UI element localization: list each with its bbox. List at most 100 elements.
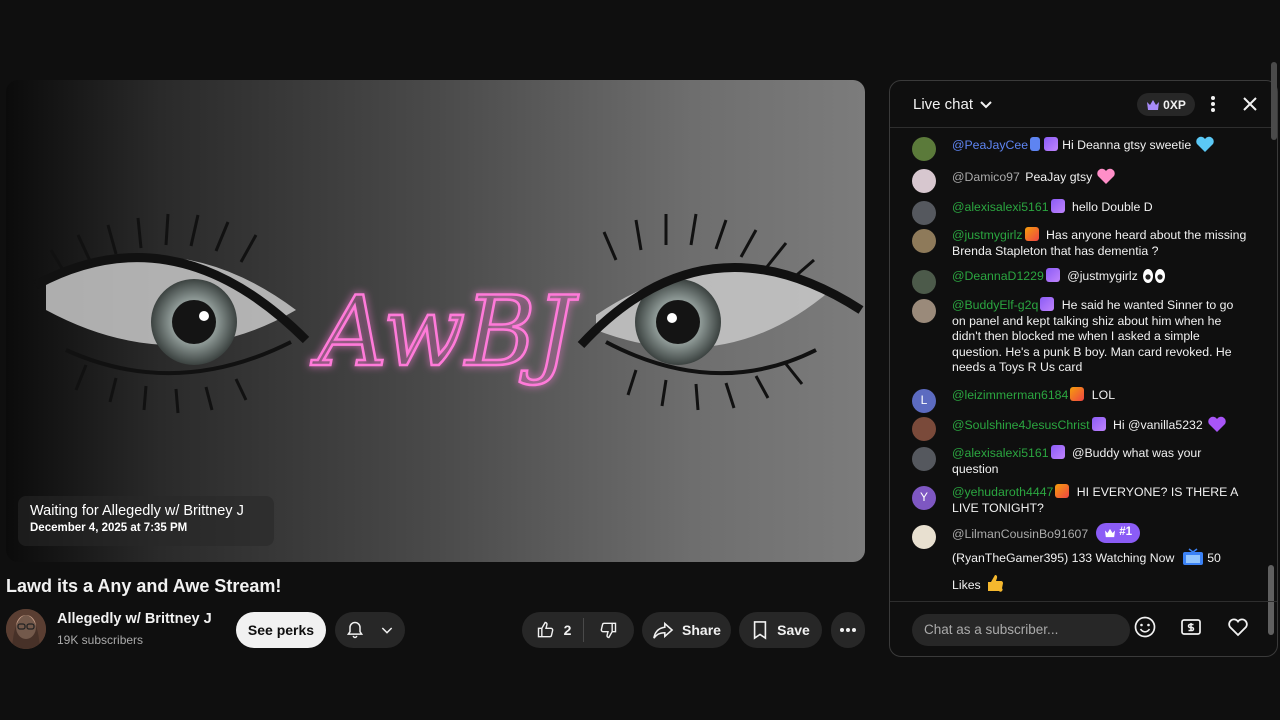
chat-message: L @leizimmerman6184 LOL — [912, 387, 1247, 413]
page-scrollbar[interactable] — [1271, 62, 1277, 140]
save-button[interactable]: Save — [739, 612, 822, 648]
neon-logo-text: AwBJ — [310, 276, 579, 388]
user-avatar[interactable] — [912, 137, 936, 161]
left-eye-graphic — [33, 213, 310, 414]
waiting-title: Waiting for Allegedly w/ Brittney J — [30, 503, 244, 519]
chat-header: Live chat 0XP — [890, 81, 1277, 128]
live-chat-panel: Live chat 0XP @PeaJayCee Hi Deanna gtsy s… — [889, 80, 1278, 657]
waiting-overlay: Waiting for Allegedly w/ Brittney J Dece… — [18, 496, 274, 546]
gift-badge-icon — [1024, 227, 1039, 241]
chat-message: @alexisalexi5161 @Buddy what was your qu… — [912, 445, 1247, 477]
notification-bell-button[interactable] — [335, 612, 405, 648]
message-author[interactable]: @Damico97 — [952, 170, 1020, 184]
user-avatar[interactable] — [912, 201, 936, 225]
member-badge-icon — [1040, 297, 1055, 311]
like-button[interactable]: 2 — [524, 620, 584, 640]
see-perks-button[interactable]: See perks — [236, 612, 326, 648]
chat-message: @PeaJayCee Hi Deanna gtsy sweetie — [912, 135, 1247, 161]
message-author[interactable]: @DeannaD1229 — [952, 269, 1044, 283]
share-label: Share — [682, 622, 721, 638]
user-avatar[interactable] — [912, 447, 936, 471]
message-author[interactable]: @PeaJayCee — [952, 138, 1028, 152]
close-icon[interactable] — [1242, 96, 1258, 112]
chat-input-area: Chat as a subscriber... — [890, 601, 1277, 656]
video-player[interactable]: AwBJ Waiting for Allegedly w/ Brittney J… — [6, 80, 865, 562]
leaderboard-rank-badge[interactable]: #1 — [1096, 523, 1141, 543]
message-author[interactable]: @alexisalexi5161 — [952, 200, 1049, 214]
user-avatar[interactable] — [912, 417, 936, 441]
chevron-down-icon — [381, 627, 393, 634]
share-button[interactable]: Share — [642, 612, 731, 648]
user-avatar[interactable]: L — [912, 389, 936, 413]
channel-name[interactable]: Allegedly w/ Brittney J — [57, 611, 212, 627]
heart-icon[interactable] — [1226, 615, 1250, 639]
message-author[interactable]: @Soulshine4JesusChrist — [952, 418, 1090, 432]
message-author[interactable]: @yehudaroth4447 — [952, 485, 1053, 499]
blue-heart-icon — [1196, 136, 1214, 152]
like-count: 2 — [563, 622, 572, 638]
member-badge-icon — [1045, 268, 1060, 282]
message-author[interactable]: @alexisalexi5161 — [952, 446, 1049, 460]
chat-message: @justmygirlz Has anyone heard about the … — [912, 227, 1247, 259]
more-horizontal-icon — [840, 628, 856, 632]
crown-icon — [1147, 99, 1160, 110]
super-chat-icon[interactable] — [1179, 615, 1203, 639]
pink-heart-icon — [1097, 168, 1115, 184]
member-badge-icon — [1050, 445, 1065, 459]
scheduled-date: December 4, 2025 at 7:35 PM — [30, 522, 188, 534]
message-author[interactable]: @BuddyElf-g2q — [952, 298, 1038, 312]
user-avatar[interactable] — [912, 270, 936, 294]
emoji-picker-icon[interactable] — [1133, 615, 1157, 639]
message-text: hello Double D — [1072, 200, 1153, 214]
chat-message: Y @yehudaroth4447 HI EVERYONE? IS THERE … — [912, 484, 1247, 516]
rank-label: #1 — [1119, 526, 1133, 539]
message-text: Hi Deanna gtsy sweetie — [1062, 138, 1192, 152]
thumbs-up-icon — [537, 621, 553, 638]
user-avatar[interactable]: Y — [912, 486, 936, 510]
chat-mode-chevron-icon[interactable] — [979, 99, 993, 111]
like-count-text: 50 — [1207, 551, 1221, 565]
share-icon — [653, 621, 674, 639]
dislike-button[interactable] — [584, 620, 632, 640]
right-eye-graphic — [577, 213, 864, 411]
gift-badge-icon — [1070, 387, 1085, 401]
channel-avatar[interactable] — [6, 609, 46, 649]
crown-icon — [1105, 528, 1116, 538]
message-text: @justmygirlz — [1067, 269, 1138, 283]
message-author[interactable]: @LilmanCousinBo91607 — [952, 527, 1088, 541]
subscriber-count: 19K subscribers — [57, 633, 144, 647]
chat-more-icon[interactable] — [1208, 94, 1218, 114]
tv-icon — [1182, 548, 1203, 565]
chat-input[interactable]: Chat as a subscriber... — [912, 614, 1130, 646]
thumbs-up-emoji-icon — [987, 574, 1003, 592]
chat-message: @Soulshine4JesusChrist Hi @vanilla5232 — [912, 415, 1247, 441]
bookmark-icon — [753, 621, 767, 640]
chat-message: @alexisalexi5161 hello Double D — [912, 199, 1247, 225]
xp-badge[interactable]: 0XP — [1137, 93, 1195, 116]
bell-icon — [346, 621, 364, 639]
message-author[interactable]: @leizimmerman6184 — [952, 388, 1068, 402]
like-dislike-group: 2 — [522, 612, 634, 648]
chat-message: @BuddyElf-g2q He said he wanted Sinner t… — [912, 297, 1247, 376]
channel-avatar-image — [6, 609, 46, 649]
user-avatar[interactable] — [912, 299, 936, 323]
gift-badge-icon — [1055, 484, 1070, 498]
wrench-icon — [1030, 137, 1041, 151]
user-avatar[interactable] — [912, 229, 936, 253]
chat-title[interactable]: Live chat — [913, 96, 973, 113]
member-badge-icon — [1050, 199, 1065, 213]
eyes-icon — [1142, 269, 1165, 283]
likes-word: Likes — [952, 577, 981, 592]
message-text: Hi @vanilla5232 — [1113, 418, 1203, 432]
member-badge-icon — [1044, 137, 1059, 151]
chat-message: @LilmanCousinBo91607 #1 (RyanTheGamer395)… — [912, 523, 1247, 593]
chat-message: @DeannaD1229 @justmygirlz — [912, 268, 1247, 294]
more-actions-button[interactable] — [831, 612, 865, 648]
message-text: (RyanTheGamer395) 133 Watching Now — [952, 551, 1175, 565]
user-avatar[interactable] — [912, 525, 936, 549]
chat-message: @Damico97 PeaJay gtsy — [912, 167, 1247, 193]
message-author[interactable]: @justmygirlz — [952, 228, 1023, 242]
purple-heart-icon — [1208, 416, 1226, 432]
user-avatar[interactable] — [912, 169, 936, 193]
chat-message-list: @PeaJayCee Hi Deanna gtsy sweetie @Damico… — [890, 129, 1277, 635]
